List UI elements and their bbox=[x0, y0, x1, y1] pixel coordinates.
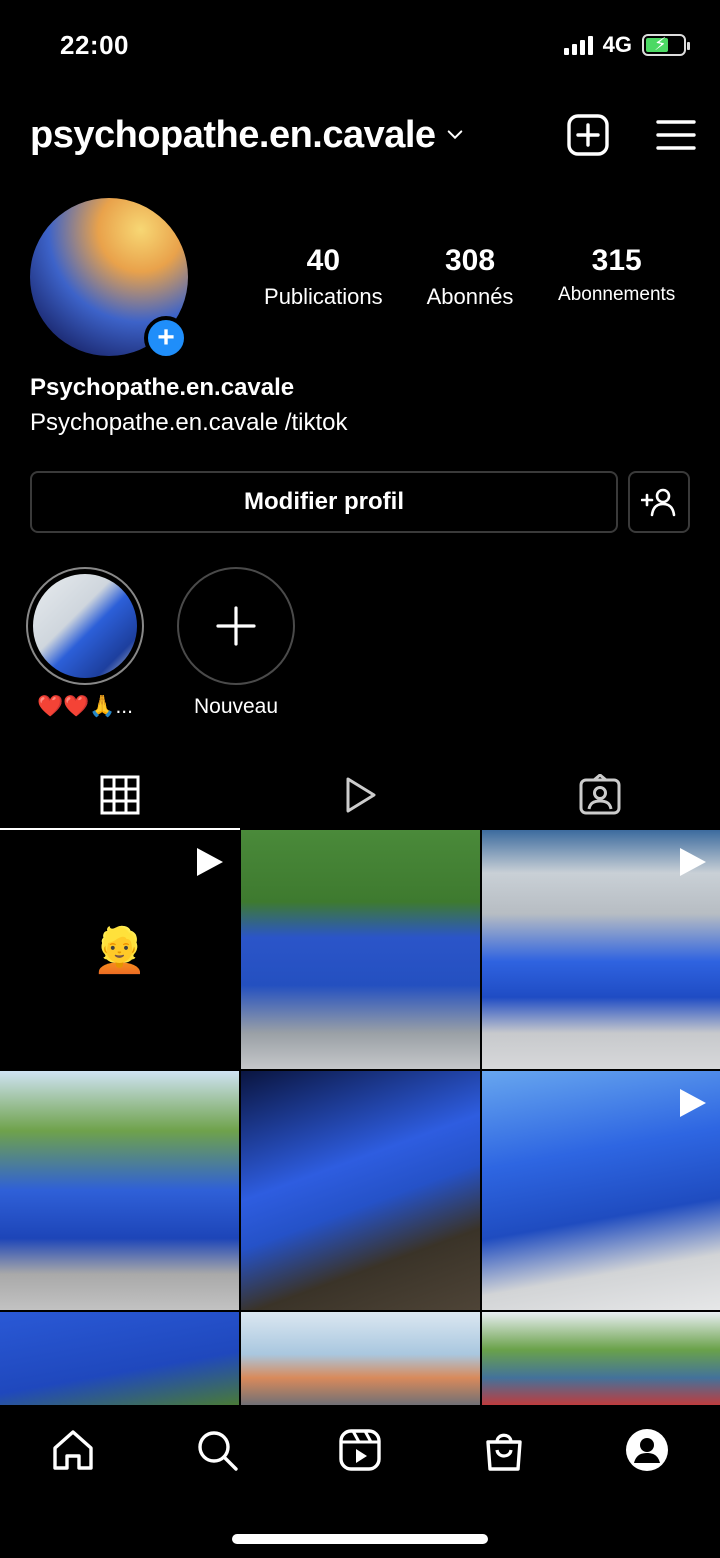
display-name: Psychopathe.en.cavale bbox=[30, 374, 295, 401]
home-indicator[interactable] bbox=[232, 1534, 488, 1544]
nav-reels[interactable] bbox=[337, 1427, 383, 1473]
status-indicators: 4G ⚡ bbox=[563, 32, 690, 58]
nav-search[interactable] bbox=[194, 1427, 240, 1473]
edit-profile-button[interactable]: Modifier profil bbox=[30, 471, 618, 533]
reels-icon bbox=[339, 1429, 381, 1471]
account-username[interactable]: psychopathe.en.cavale bbox=[30, 114, 436, 157]
profile-header: psychopathe.en.cavale bbox=[30, 108, 696, 162]
tagged-icon bbox=[579, 774, 621, 815]
stat-following[interactable]: 315 Abonnements bbox=[543, 244, 690, 310]
post-thumbnail[interactable]: 👱 bbox=[0, 830, 239, 1069]
nav-profile[interactable] bbox=[624, 1427, 670, 1473]
stat-followers[interactable]: 308 Abonnés bbox=[397, 244, 544, 310]
plus-icon bbox=[216, 606, 256, 646]
add-person-icon bbox=[641, 488, 676, 517]
home-icon bbox=[53, 1430, 93, 1470]
add-story-icon[interactable]: + bbox=[144, 316, 188, 360]
status-time: 22:00 bbox=[60, 30, 129, 60]
highlight-label: ❤️❤️🙏... bbox=[37, 695, 133, 718]
battery-icon: ⚡ bbox=[642, 34, 690, 56]
post-thumbnail[interactable] bbox=[482, 830, 720, 1069]
play-icon bbox=[346, 777, 376, 813]
search-icon bbox=[197, 1431, 238, 1471]
menu-icon[interactable] bbox=[656, 118, 696, 152]
nav-home[interactable] bbox=[50, 1427, 96, 1473]
post-thumbnail[interactable] bbox=[241, 1071, 480, 1310]
profile-stats: 40 Publications 308 Abonnés 315 Abonneme… bbox=[250, 244, 690, 310]
nav-shop[interactable] bbox=[481, 1427, 527, 1473]
signal-icon bbox=[563, 35, 593, 55]
new-highlight-button[interactable]: Nouveau bbox=[177, 567, 295, 719]
post-thumbnail[interactable] bbox=[0, 1071, 239, 1310]
highlight-label: Nouveau bbox=[193, 695, 279, 718]
tab-reels[interactable] bbox=[240, 760, 480, 830]
post-emoji: 👱 bbox=[92, 925, 147, 975]
reel-icon bbox=[680, 848, 706, 876]
profile-bio: Psychopathe.en.cavale /tiktok bbox=[30, 409, 348, 436]
discover-people-button[interactable] bbox=[628, 471, 690, 533]
network-type: 4G bbox=[602, 32, 632, 57]
status-bar: 22:00 4G ⚡ bbox=[0, 0, 720, 90]
post-thumbnail[interactable] bbox=[241, 1312, 480, 1406]
create-post-icon[interactable] bbox=[566, 113, 610, 157]
highlight-cover bbox=[33, 574, 137, 678]
profile-icon bbox=[626, 1429, 668, 1471]
reel-icon bbox=[197, 848, 223, 876]
reel-icon bbox=[680, 1089, 706, 1117]
post-thumbnail[interactable] bbox=[482, 1071, 720, 1310]
stat-publications[interactable]: 40 Publications bbox=[250, 244, 397, 310]
chevron-down-icon[interactable] bbox=[446, 126, 464, 144]
tab-tagged[interactable] bbox=[480, 760, 720, 830]
highlight-item[interactable]: ❤️❤️🙏... bbox=[26, 567, 144, 719]
post-thumbnail[interactable] bbox=[0, 1312, 239, 1406]
tab-posts[interactable] bbox=[0, 760, 240, 830]
shopping-bag-icon bbox=[485, 1433, 522, 1471]
posts-grid: 👱 bbox=[0, 830, 720, 1406]
post-thumbnail[interactable] bbox=[482, 1312, 720, 1406]
profile-tabs bbox=[0, 760, 720, 830]
post-thumbnail[interactable] bbox=[241, 830, 480, 1069]
grid-icon bbox=[100, 775, 140, 815]
